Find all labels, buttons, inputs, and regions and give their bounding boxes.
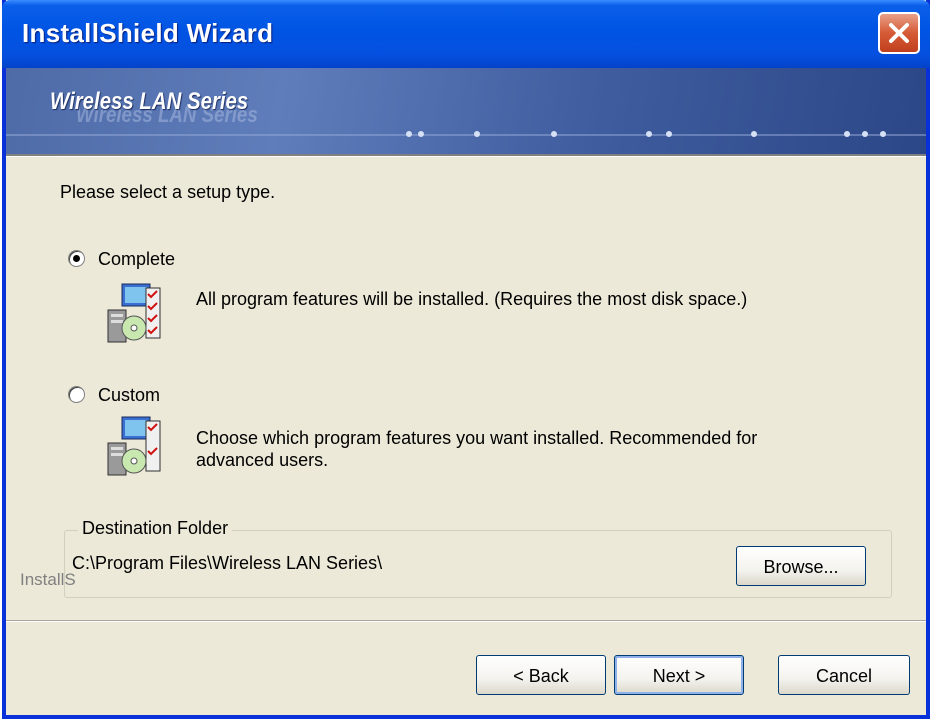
destination-folder-legend: Destination Folder <box>78 518 233 539</box>
window-title: InstallShield Wizard <box>22 18 274 48</box>
complete-label[interactable]: Complete <box>98 249 175 270</box>
complete-description: All program features will be installed. … <box>196 289 748 309</box>
banner-dot <box>666 131 672 137</box>
radio-selected-dot <box>73 255 80 262</box>
close-icon <box>889 23 909 43</box>
banner-dot <box>406 131 412 137</box>
setup-type-prompt: Please select a setup type. <box>60 182 276 202</box>
banner-dot <box>646 131 652 137</box>
setup-complete-icon <box>107 283 161 343</box>
banner-dot <box>418 131 424 137</box>
browse-button[interactable]: Browse... <box>736 546 866 586</box>
banner-title: Wireless LAN Series <box>50 88 249 115</box>
installshield-watermark: InstallS <box>20 570 76 589</box>
installshield-window: InstallShield Wizard Wireless LAN Series… <box>2 0 930 719</box>
destination-path: C:\Program Files\Wireless LAN Series\ <box>72 553 383 573</box>
footer-divider-highlight <box>6 621 926 622</box>
banner-divider-highlight <box>6 156 926 157</box>
banner-dot <box>751 131 757 137</box>
back-button[interactable]: < Back <box>476 655 606 695</box>
custom-radio[interactable] <box>68 386 85 403</box>
banner-dot <box>862 131 868 137</box>
banner-line <box>6 134 926 136</box>
complete-radio[interactable] <box>68 250 85 267</box>
title-bar[interactable]: InstallShield Wizard <box>2 0 930 68</box>
header-banner: Wireless LAN Series Wireless LAN Series <box>6 68 926 154</box>
banner-dot <box>844 131 850 137</box>
close-button[interactable] <box>878 12 920 54</box>
setup-custom-icon <box>107 416 161 476</box>
banner-dot <box>551 131 557 137</box>
banner-dot <box>880 131 886 137</box>
cancel-button[interactable]: Cancel <box>778 655 910 695</box>
custom-label[interactable]: Custom <box>98 385 160 406</box>
next-button[interactable]: Next > <box>614 655 744 695</box>
custom-description: Choose which program features you want i… <box>196 428 758 470</box>
banner-dot <box>474 131 480 137</box>
